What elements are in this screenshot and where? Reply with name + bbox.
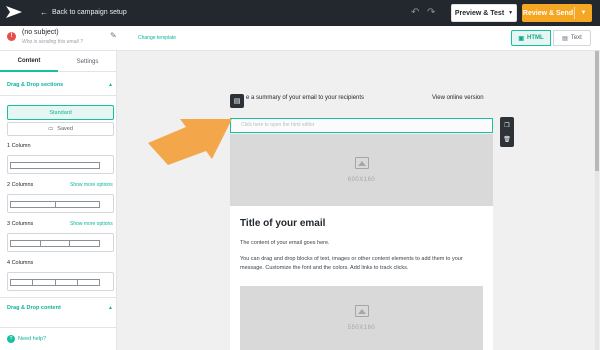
divider	[0, 297, 117, 298]
column-block-3[interactable]	[7, 233, 114, 252]
html-label: HTML	[527, 35, 544, 41]
tab-settings[interactable]: Settings	[58, 51, 117, 72]
text-label: Text	[570, 35, 582, 41]
sidebar: Content Settings Drag & Drop sections ▲ …	[0, 51, 117, 350]
canvas-scrollbar[interactable]	[595, 51, 599, 350]
review-send-button[interactable]: Review & Send ▼	[522, 4, 592, 22]
sidebar-tabs: Content Settings	[0, 51, 117, 72]
html-icon: ▣	[518, 35, 524, 42]
column-label-1: 1 Column	[7, 143, 31, 149]
image-size-label: 600X160	[347, 177, 376, 183]
text-icon: ▤	[562, 35, 568, 42]
preheader-text[interactable]: e a summary of your email to your recipi…	[246, 95, 364, 101]
copy-icon[interactable]: ❐	[500, 118, 514, 132]
email-body-paragraph[interactable]: You can drag and drop blocks of text, im…	[240, 255, 485, 273]
back-to-campaign-link[interactable]: ← Back to campaign setup	[40, 8, 127, 17]
block-toolbar: ❐ 🗑	[500, 117, 514, 147]
column-preview	[10, 201, 100, 208]
email-body-line[interactable]: The content of your email goes here.	[240, 240, 330, 246]
column-label-2: 2 Columns	[7, 182, 34, 188]
warning-icon: !	[7, 32, 16, 41]
undo-icon[interactable]: ↶	[411, 7, 419, 18]
dnd-sections-heading[interactable]: Drag & Drop sections	[7, 82, 63, 88]
standard-button[interactable]: Standard	[7, 105, 114, 120]
redo-icon[interactable]: ↷	[427, 7, 435, 18]
subject-text[interactable]: (no subject)	[22, 29, 59, 36]
chevron-down-icon: ▼	[508, 10, 514, 16]
orange-arrow-icon	[148, 119, 232, 165]
comment-icon[interactable]: ▤	[230, 94, 244, 108]
pencil-icon[interactable]: ✎	[110, 31, 117, 40]
column-preview	[10, 240, 100, 247]
top-bar: ← Back to campaign setup ↶ ↷ Preview & T…	[0, 0, 600, 26]
back-label: Back to campaign setup	[52, 9, 127, 16]
html-toggle[interactable]: ▣ HTML	[511, 30, 551, 46]
column-block-2[interactable]	[7, 194, 114, 213]
image-icon	[354, 305, 369, 317]
image-placeholder-2[interactable]: 550X160	[240, 286, 483, 350]
review-dropdown-icon[interactable]: ▼	[575, 10, 592, 16]
dnd-content-heading[interactable]: Drag & Drop content	[7, 305, 61, 311]
scrollbar-thumb[interactable]	[595, 51, 599, 171]
email-title[interactable]: Title of your email	[240, 218, 325, 229]
help-label: Need help?	[18, 336, 47, 342]
show-more-3[interactable]: Show more options	[70, 221, 113, 227]
divider	[0, 95, 117, 96]
image-size-label: 550X160	[347, 325, 376, 331]
saved-button[interactable]: ▭ Saved	[7, 122, 114, 136]
preview-label: Preview & Test	[454, 9, 505, 17]
image-icon	[354, 157, 369, 169]
folder-icon: ▭	[48, 126, 54, 132]
sender-placeholder[interactable]: Who is sending this email ?	[22, 39, 83, 45]
column-block-4[interactable]	[7, 272, 114, 291]
preview-test-button[interactable]: Preview & Test ▼	[451, 4, 517, 22]
column-preview	[10, 279, 100, 286]
logo-icon	[6, 6, 22, 18]
saved-label: Saved	[57, 126, 73, 132]
column-block-1[interactable]	[7, 155, 114, 174]
column-label-3: 3 Columns	[7, 221, 34, 227]
show-more-2[interactable]: Show more options	[70, 182, 113, 188]
collapse-icon[interactable]: ▲	[108, 305, 113, 311]
html-editor-field[interactable]: Click here to open the html editor	[230, 118, 493, 133]
column-preview	[10, 162, 100, 169]
divider	[0, 327, 117, 328]
trash-icon[interactable]: 🗑	[500, 132, 514, 146]
subject-bar: ! (no subject) Who is sending this email…	[0, 26, 600, 51]
column-label-4: 4 Columns	[7, 260, 34, 266]
review-label: Review & Send	[522, 9, 574, 17]
help-icon: ?	[7, 335, 15, 343]
image-placeholder-1[interactable]: 600X160	[230, 134, 493, 206]
view-online-link[interactable]: View online version	[432, 95, 484, 101]
collapse-icon[interactable]: ▲	[108, 82, 113, 88]
tab-content[interactable]: Content	[0, 51, 58, 72]
need-help-link[interactable]: ? Need help?	[7, 335, 46, 343]
text-toggle[interactable]: ▤ Text	[553, 30, 591, 46]
change-template-link[interactable]: Change template	[138, 35, 176, 41]
back-arrow-icon: ←	[40, 8, 48, 17]
